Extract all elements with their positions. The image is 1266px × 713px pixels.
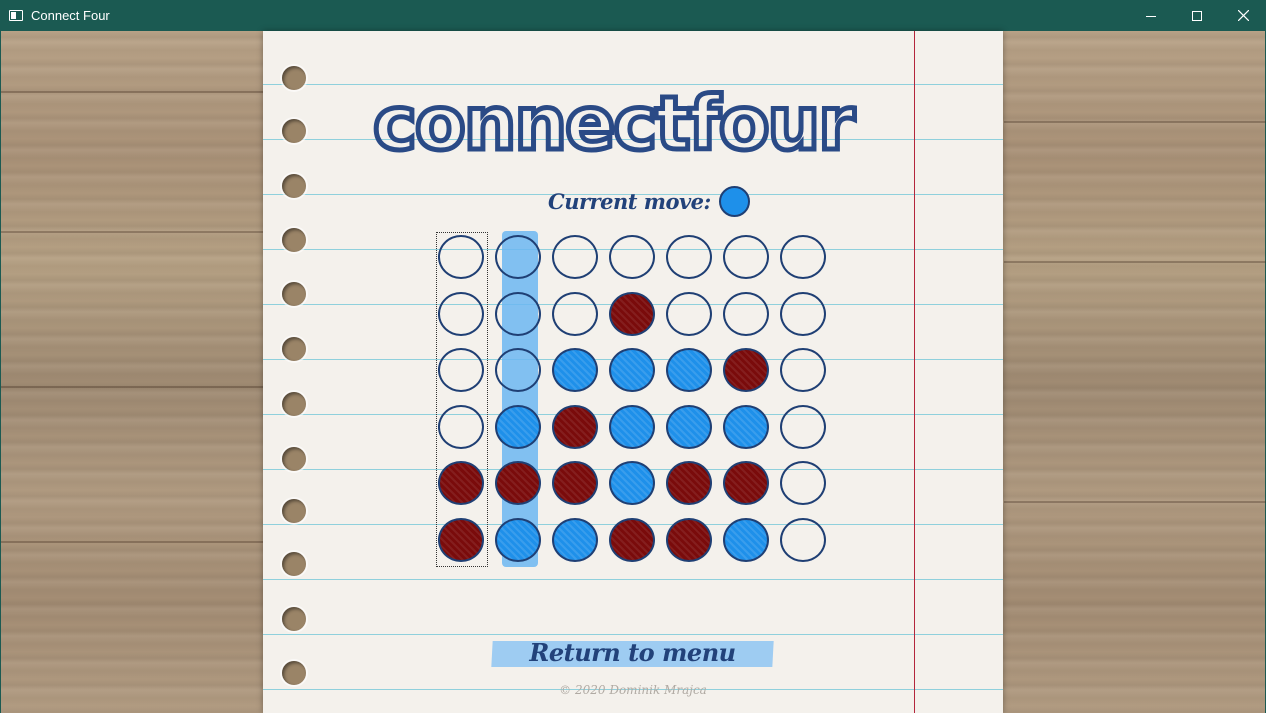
app-window-icon	[9, 10, 23, 21]
current-move-label: Current move:	[548, 188, 711, 214]
board-cell-r3-c0[interactable]	[438, 404, 484, 449]
board-cell-r0-c3[interactable]	[609, 235, 655, 279]
binder-hole	[282, 499, 306, 523]
board-cell-r3-c1[interactable]	[495, 404, 541, 449]
board-cell-r1-c5[interactable]	[723, 291, 769, 336]
board-cell-r3-c6[interactable]	[780, 404, 826, 449]
plank-seam	[1004, 261, 1266, 263]
board-cell-r5-c2[interactable]	[552, 517, 598, 562]
column-selection-box	[436, 232, 488, 567]
board-cell-r2-c3[interactable]	[609, 348, 655, 392]
board-cell-r0-c5[interactable]	[723, 235, 769, 279]
board-cell-r1-c4[interactable]	[666, 291, 712, 336]
board-cell-r1-c6[interactable]	[780, 291, 826, 336]
current-move-indicator: Current move:	[548, 184, 750, 218]
board-cell-r1-c0[interactable]	[438, 291, 484, 336]
plank-seam	[1, 541, 264, 543]
board-cell-r4-c3[interactable]	[609, 461, 655, 505]
plank-seam	[1, 91, 264, 93]
board-cell-r2-c5[interactable]	[723, 348, 769, 392]
board-cell-r4-c1[interactable]	[495, 461, 541, 505]
board-cell-r5-c4[interactable]	[666, 517, 712, 562]
board-cell-r0-c6[interactable]	[780, 235, 826, 279]
board-cell-r3-c4[interactable]	[666, 404, 712, 449]
board-cell-r0-c2[interactable]	[552, 235, 598, 279]
board-cell-r3-c2[interactable]	[552, 404, 598, 449]
copyright-text: © 2020 Dominik Mrajca	[559, 683, 707, 697]
board-cell-r0-c1[interactable]	[495, 235, 541, 279]
maximize-icon	[1192, 10, 1202, 21]
board-cell-r0-c0[interactable]	[438, 235, 484, 279]
current-player-token	[718, 185, 750, 217]
board-cell-r3-c5[interactable]	[723, 404, 769, 449]
board-cell-r2-c1[interactable]	[495, 348, 541, 392]
binder-hole	[282, 174, 306, 198]
board-cell-r5-c1[interactable]	[495, 517, 541, 562]
board-cell-r0-c4[interactable]	[666, 235, 712, 279]
close-button[interactable]	[1220, 0, 1266, 31]
plank-seam	[1004, 501, 1266, 503]
binder-hole	[282, 607, 306, 631]
binder-hole	[282, 66, 306, 90]
plank-seam	[1, 231, 264, 233]
board-cell-r2-c0[interactable]	[438, 348, 484, 392]
binder-hole	[282, 282, 306, 306]
board-cell-r2-c2[interactable]	[552, 348, 598, 392]
logo-text: connectfour	[373, 83, 855, 159]
board-cell-r4-c2[interactable]	[552, 461, 598, 505]
board-cell-r5-c0[interactable]	[438, 517, 484, 562]
binder-hole	[282, 661, 306, 685]
binder-hole	[282, 392, 306, 416]
binder-hole	[282, 228, 306, 252]
plank-seam	[1004, 121, 1266, 123]
close-icon	[1237, 10, 1249, 21]
maximize-button[interactable]	[1174, 0, 1220, 31]
plank-seam	[1, 386, 264, 388]
binder-hole	[282, 552, 306, 576]
board-cell-r4-c6[interactable]	[780, 461, 826, 505]
binder-hole	[282, 447, 306, 471]
window-title: Connect Four	[31, 8, 110, 23]
notebook-paper: connectfour Current move: Return to menu…	[263, 31, 1003, 713]
minimize-icon	[1146, 15, 1156, 17]
board-cell-r2-c4[interactable]	[666, 348, 712, 392]
board-cell-r5-c5[interactable]	[723, 517, 769, 562]
board-cell-r4-c0[interactable]	[438, 461, 484, 505]
connect-four-logo: connectfour	[373, 83, 860, 159]
board-cell-r4-c4[interactable]	[666, 461, 712, 505]
board-cell-r1-c1[interactable]	[495, 291, 541, 336]
binder-hole	[282, 337, 306, 361]
board-cell-r1-c3[interactable]	[609, 291, 655, 336]
margin-line	[914, 31, 915, 713]
board-cell-r4-c5[interactable]	[723, 461, 769, 505]
board-cell-r3-c3[interactable]	[609, 404, 655, 449]
title-bar: Connect Four	[0, 0, 1266, 31]
minimize-button[interactable]	[1128, 0, 1174, 31]
return-to-menu-button[interactable]: Return to menu	[491, 635, 774, 669]
column-hover-highlight	[502, 231, 538, 567]
board-cell-r1-c2[interactable]	[552, 291, 598, 336]
board-cell-r5-c6[interactable]	[780, 517, 826, 562]
return-to-menu-label: Return to menu	[529, 638, 736, 667]
board-cell-r5-c3[interactable]	[609, 517, 655, 562]
binder-hole	[282, 119, 306, 143]
board-cell-r2-c6[interactable]	[780, 348, 826, 392]
